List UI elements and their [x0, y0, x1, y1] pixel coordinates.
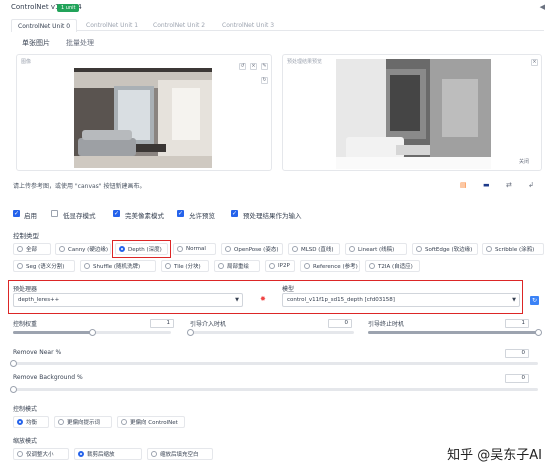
control-type-t2ia[interactable]: T2IA (自适应)	[365, 260, 420, 272]
start-step-label: 引导介入时机	[190, 321, 227, 328]
undo-icon[interactable]: ↺	[239, 63, 246, 70]
depth-highlight-box	[112, 240, 171, 258]
tab-batch[interactable]: 批量处理	[66, 38, 94, 48]
upload-hint-text: 请上传参考图，或使用 "canvas" 按钮新建画布。	[13, 183, 146, 190]
control-type-shuffle[interactable]: Shuffle (随机洗牌)	[80, 260, 156, 272]
control-weight-fill	[13, 331, 92, 334]
end-step-slider[interactable]	[368, 329, 542, 336]
control-type-ip2p[interactable]: IP2P	[265, 260, 295, 272]
control-type-softedge[interactable]: SoftEdge (软边缘)	[412, 243, 478, 255]
refresh-models-icon[interactable]: ↻	[530, 296, 539, 305]
close-image-icon[interactable]: ×	[250, 63, 257, 70]
resize-mode-label: 缩放模式	[13, 438, 38, 445]
resize-mode-resize-fill[interactable]: 缩放后填充空白	[147, 448, 213, 460]
resize-mode-crop-resize[interactable]: 裁剪后缩放	[74, 448, 142, 460]
unit-count-badge: 1 unit	[57, 4, 80, 12]
control-weight-label: 控制权重	[13, 321, 38, 328]
end-step-fill	[368, 331, 538, 334]
control-type-canny[interactable]: Canny (硬边缘)	[55, 243, 111, 255]
control-type-all[interactable]: 全部	[13, 243, 51, 255]
control-mode-label: 控制模式	[13, 406, 38, 413]
start-step-input[interactable]: 0	[328, 319, 352, 328]
control-type-openpose[interactable]: OpenPose (姿态)	[221, 243, 283, 255]
end-step-input[interactable]: 1	[505, 319, 529, 328]
tab-unit-3[interactable]: ControlNet Unit 3	[222, 22, 274, 29]
remove-background-slider[interactable]	[10, 386, 538, 393]
input-image-panel[interactable]: 图像 ↺ × ✎ ↻	[16, 54, 272, 171]
mirror-icon[interactable]: ⇄	[506, 181, 512, 189]
new-canvas-icon[interactable]: ▤	[460, 181, 467, 189]
control-type-lineart[interactable]: Lineart (线稿)	[345, 243, 407, 255]
remove-near-label: Remove Near %	[13, 349, 62, 356]
pixel-perfect-checkbox[interactable]: ✓	[113, 210, 120, 217]
control-mode-balanced[interactable]: 均衡	[13, 416, 49, 428]
send-dimensions-icon[interactable]: ↲	[528, 181, 534, 189]
remove-background-input[interactable]: 0	[505, 374, 529, 383]
remove-background-knob[interactable]	[10, 386, 17, 393]
start-step-knob[interactable]	[187, 329, 194, 336]
depth-map-preview-image	[336, 59, 491, 169]
remove-near-knob[interactable]	[10, 360, 17, 367]
allow-preview-label: 允许预览	[189, 212, 215, 220]
tab-unit-0[interactable]: ControlNet Unit 0	[11, 19, 78, 32]
end-step-label: 引导终止时机	[368, 321, 405, 328]
tab-single-image[interactable]: 单张图片	[22, 38, 50, 48]
enable-label: 启用	[24, 212, 37, 220]
low-vram-label: 低显存模式	[63, 212, 96, 220]
low-vram-checkbox[interactable]	[51, 210, 58, 217]
resize-mode-just-resize[interactable]: 仅调整大小	[13, 448, 69, 460]
collapse-triangle-icon[interactable]: ◀	[540, 3, 545, 11]
watermark-text: 知乎 @吴东子AI	[447, 448, 542, 463]
webcam-icon[interactable]: ▬	[483, 181, 490, 189]
control-mode-controlnet[interactable]: 更偏向 ControlNet	[117, 416, 185, 428]
rotate-icon[interactable]: ↻	[261, 77, 268, 84]
preview-close-button[interactable]: 关闭	[519, 158, 529, 165]
control-weight-input[interactable]: 1	[150, 319, 174, 328]
preprocessor-preview-panel: 预处理结果预览 × 关闭	[282, 54, 542, 171]
remove-near-input[interactable]: 0	[505, 349, 529, 358]
preview-panel-label: 预处理结果预览	[287, 59, 323, 65]
unit-tabs: ControlNet Unit 0 ControlNet Unit 1 Cont…	[11, 17, 544, 32]
preprocessor-model-highlight-box	[8, 280, 523, 314]
control-type-label: 控制类型	[13, 232, 39, 240]
input-panel-label: 图像	[21, 59, 32, 65]
control-mode-prompt[interactable]: 更偏向提示词	[54, 416, 112, 428]
remove-near-slider[interactable]	[10, 360, 538, 367]
control-weight-slider[interactable]	[13, 329, 171, 336]
end-step-knob[interactable]	[535, 329, 542, 336]
preprocessor-as-input-checkbox[interactable]: ✓	[231, 210, 238, 217]
remove-background-label: Remove Background %	[13, 374, 83, 381]
control-type-normal[interactable]: Normal	[173, 243, 216, 255]
reference-room-image	[74, 68, 212, 168]
allow-preview-checkbox[interactable]: ✓	[177, 210, 184, 217]
control-type-inpaint[interactable]: 局部重绘	[214, 260, 260, 272]
tab-unit-2[interactable]: ControlNet Unit 2	[153, 22, 205, 29]
close-preview-icon[interactable]: ×	[531, 59, 538, 66]
edit-brush-icon[interactable]: ✎	[261, 63, 268, 70]
tab-unit-1[interactable]: ControlNet Unit 1	[86, 22, 138, 29]
control-type-reference[interactable]: Reference (参考)	[300, 260, 360, 272]
start-step-slider[interactable]	[187, 329, 354, 336]
pixel-perfect-label: 完美像素模式	[125, 212, 164, 220]
control-type-scribble[interactable]: Scribble (涂鸦)	[482, 243, 544, 255]
control-weight-knob[interactable]	[89, 329, 96, 336]
enable-checkbox[interactable]: ✓	[13, 210, 20, 217]
preprocessor-as-input-label: 预处理结果作为输入	[243, 212, 302, 220]
control-type-seg[interactable]: Seg (语义分割)	[13, 260, 75, 272]
control-type-mlsd[interactable]: MLSD (直线)	[288, 243, 340, 255]
control-type-tile[interactable]: Tile (分块)	[161, 260, 209, 272]
